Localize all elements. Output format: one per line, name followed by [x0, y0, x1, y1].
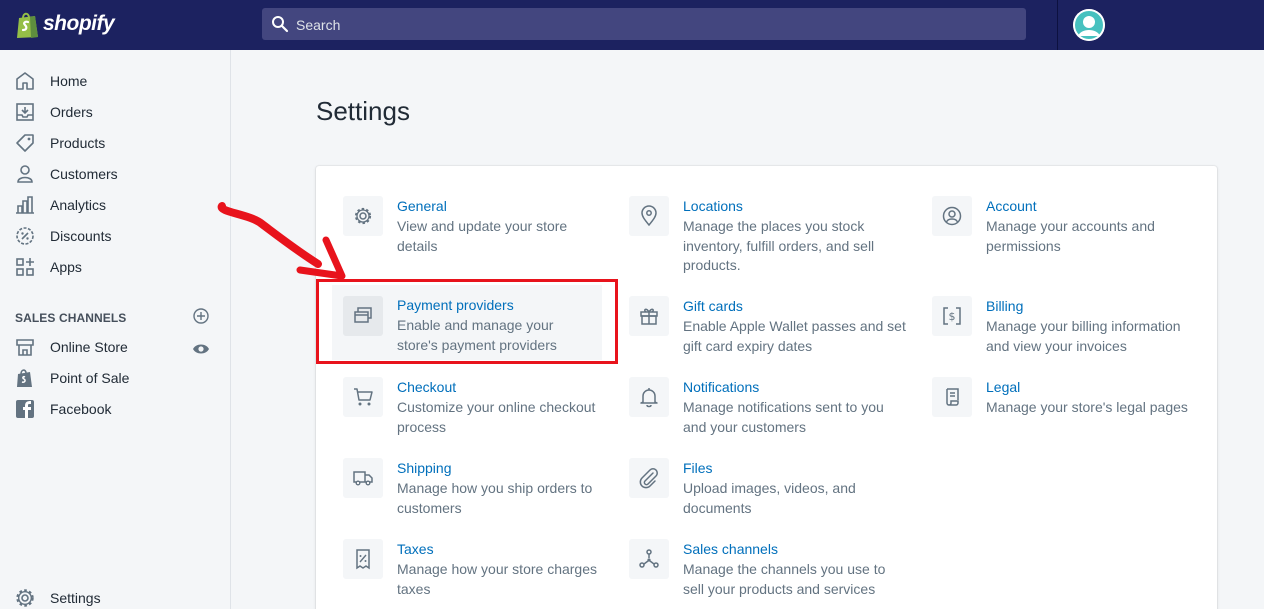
settings-item-description: Upload images, videos, and documents	[683, 480, 856, 516]
settings-item-description: Manage how you ship orders to customers	[397, 480, 593, 516]
settings-item-description: Manage your store's legal pages	[986, 399, 1188, 415]
settings-card: General View and update your store detai…	[316, 166, 1217, 609]
sidebar-item-facebook[interactable]: Facebook	[0, 395, 231, 423]
user-avatar-icon	[1073, 9, 1105, 41]
settings-item-title: Gift cards	[683, 298, 743, 314]
settings-item-title: Notifications	[683, 379, 760, 395]
settings-item-billing[interactable]: $ Billing Manage your billing informatio…	[932, 296, 1212, 372]
settings-item-description: Manage notifications sent to you and you…	[683, 399, 884, 435]
settings-item-description: Manage how your store charges taxes	[397, 561, 597, 597]
settings-item-legal[interactable]: Legal Manage your store's legal pages	[932, 377, 1212, 453]
settings-item-description: Customize your online checkout process	[397, 399, 596, 435]
avatar[interactable]	[1073, 9, 1105, 41]
settings-item-account[interactable]: Account Manage your accounts and permiss…	[932, 196, 1212, 272]
settings-item-description: Manage the places you stock inventory, f…	[683, 218, 875, 273]
settings-item-description: View and update your store details	[397, 218, 568, 254]
settings-item-title: Taxes	[397, 541, 434, 557]
sidebar-item-label: Point of Sale	[50, 370, 130, 386]
settings-item-title: Billing	[986, 298, 1024, 314]
settings-item-description: Manage your billing information and view…	[986, 318, 1181, 354]
search-input[interactable]: Search	[262, 8, 1026, 40]
tax-icon	[343, 539, 383, 579]
settings-item-title: Sales channels	[683, 541, 778, 557]
cart-icon	[343, 377, 383, 417]
paperclip-icon	[629, 458, 669, 498]
topbar-divider	[1057, 0, 1058, 50]
settings-item-title: Files	[683, 460, 713, 476]
settings-item-title: Legal	[986, 379, 1021, 395]
sidebar-item-settings[interactable]: Settings	[0, 584, 231, 609]
sales-channels-heading: SALES CHANNELS	[15, 311, 127, 325]
settings-item-notifications[interactable]: Notifications Manage notifications sent …	[629, 377, 909, 453]
settings-item-sales-channels[interactable]: Sales channels Manage the channels you u…	[629, 539, 909, 609]
gift-icon	[629, 296, 669, 336]
settings-item-title: Account	[986, 198, 1037, 214]
settings-item-shipping[interactable]: Shipping Manage how you ship orders to c…	[343, 458, 623, 534]
settings-item-title: Checkout	[397, 379, 457, 395]
settings-item-checkout[interactable]: Checkout Customize your online checkout …	[343, 377, 623, 453]
pos-bag-icon	[17, 369, 32, 387]
settings-item-description: Enable Apple Wallet passes and set gift …	[683, 318, 906, 354]
truck-icon	[343, 458, 383, 498]
settings-item-title: General	[397, 198, 447, 214]
eye-icon[interactable]	[192, 340, 210, 358]
settings-gear-icon	[16, 589, 34, 607]
sidebar-item-label: Settings	[50, 590, 101, 606]
store-icon	[16, 339, 34, 356]
facebook-icon	[16, 400, 34, 418]
settings-item-description: Manage the channels you use to sell your…	[683, 561, 886, 597]
settings-item-general[interactable]: General View and update your store detai…	[343, 196, 623, 272]
settings-item-files[interactable]: Files Upload images, videos, and documen…	[629, 458, 909, 534]
highlight-box	[316, 279, 618, 364]
settings-item-gift-cards[interactable]: Gift cards Enable Apple Wallet passes an…	[629, 296, 909, 372]
billing-icon: $	[932, 296, 972, 336]
settings-item-title: Shipping	[397, 460, 452, 476]
sidebar-item-label: Facebook	[50, 401, 112, 417]
sidebar-item-point-of-sale[interactable]: Point of Sale	[0, 364, 231, 392]
account-icon	[932, 196, 972, 236]
channels-icon	[629, 539, 669, 579]
settings-item-locations[interactable]: Locations Manage the places you stock in…	[629, 196, 909, 273]
add-channel-icon[interactable]	[192, 307, 210, 325]
settings-item-title: Locations	[683, 198, 743, 214]
svg-text:$: $	[949, 310, 956, 323]
sidebar-item-label: Online Store	[50, 339, 128, 355]
bell-icon	[629, 377, 669, 417]
legal-icon	[932, 377, 972, 417]
settings-item-taxes[interactable]: Taxes Manage how your store charges taxe…	[343, 539, 623, 609]
settings-item-description: Manage your accounts and permissions	[986, 218, 1155, 254]
red-arrow-annotation	[217, 202, 346, 280]
location-pin-icon	[629, 196, 669, 236]
